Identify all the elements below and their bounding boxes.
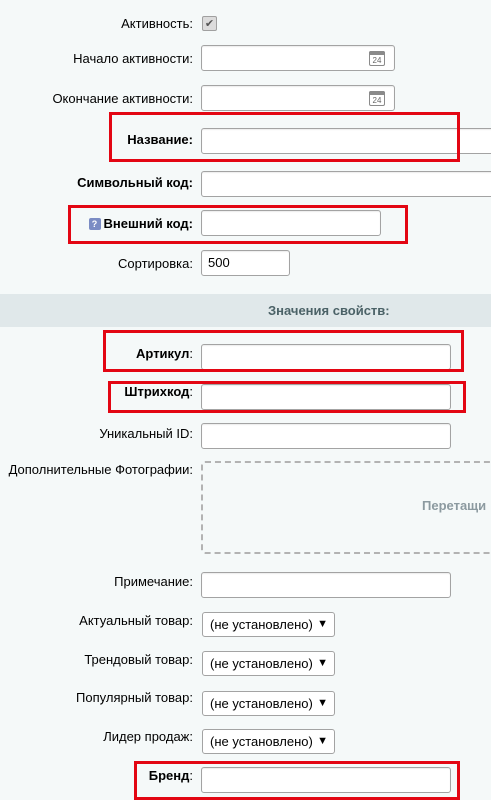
popular-label: Популярный товар: (76, 690, 193, 705)
properties-section-title: Значения свойств: (268, 303, 390, 318)
chevron-down-icon: ▼ (317, 657, 328, 669)
active-to-label: Окончание активности: (52, 91, 193, 106)
code-label: Символьный код: (77, 175, 193, 190)
calendar-icon[interactable]: 24 (369, 91, 385, 106)
note-label: Примечание: (114, 574, 193, 589)
properties-section-header (0, 294, 491, 327)
highlight-box (103, 330, 464, 372)
actual-select[interactable]: (не установлено) ▼ (202, 612, 335, 637)
popular-select-value: (не установлено) (210, 696, 313, 711)
highlight-box (109, 112, 460, 162)
chevron-down-icon: ▼ (317, 735, 328, 747)
sort-label: Сортировка: (118, 256, 193, 271)
active-from-input[interactable] (201, 45, 395, 71)
trend-select-value: (не установлено) (210, 656, 313, 671)
leader-select-value: (не установлено) (210, 734, 313, 749)
chevron-down-icon: ▼ (317, 618, 328, 630)
sort-input[interactable]: 500 (201, 250, 290, 276)
highlight-box (68, 205, 408, 244)
unique-id-label: Уникальный ID: (99, 426, 193, 441)
trend-label: Трендовый товар: (84, 652, 193, 667)
active-from-label: Начало активности: (73, 51, 193, 66)
leader-label: Лидер продаж: (103, 729, 193, 744)
note-input[interactable] (201, 572, 451, 598)
photos-label: Дополнительные Фотографии: (8, 462, 193, 477)
highlight-box (134, 761, 460, 800)
calendar-icon[interactable]: 24 (369, 51, 385, 66)
code-input[interactable] (201, 171, 491, 197)
actual-label: Актуальный товар: (79, 613, 193, 628)
checkmark-icon: ✔ (204, 18, 215, 30)
active-checkbox[interactable]: ✔ (202, 16, 217, 31)
chevron-down-icon: ▼ (317, 697, 328, 709)
highlight-box (108, 381, 466, 413)
active-label: Активность: (121, 16, 193, 31)
popular-select[interactable]: (не установлено) ▼ (202, 691, 335, 716)
dropzone-text: Перетащи (422, 498, 487, 513)
actual-select-value: (не установлено) (210, 617, 313, 632)
unique-id-input[interactable] (201, 423, 451, 449)
leader-select[interactable]: (не установлено) ▼ (202, 729, 335, 754)
trend-select[interactable]: (не установлено) ▼ (202, 651, 335, 676)
active-to-input[interactable] (201, 85, 395, 111)
